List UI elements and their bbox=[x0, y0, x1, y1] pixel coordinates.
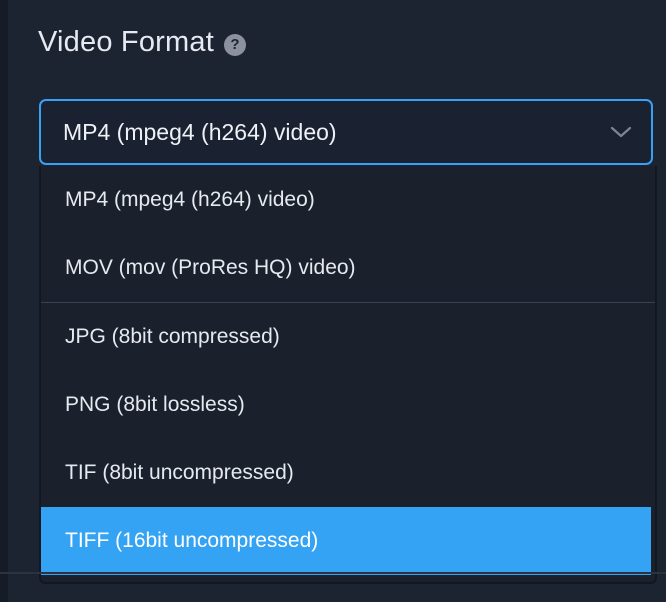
dropdown-group-image: JPG (8bit compressed) PNG (8bit lossless… bbox=[41, 303, 655, 575]
panel-divider-bottom bbox=[0, 572, 666, 574]
video-format-dropdown: MP4 (mpeg4 (h264) video) MOV (mov (ProRe… bbox=[39, 166, 657, 584]
video-format-select[interactable]: MP4 (mpeg4 (h264) video) bbox=[39, 99, 653, 165]
help-icon[interactable]: ? bbox=[223, 33, 246, 56]
panel-divider bbox=[0, 0, 8, 602]
dropdown-option-mp4[interactable]: MP4 (mpeg4 (h264) video) bbox=[41, 166, 655, 234]
settings-panel: Video Format ? MP4 (mpeg4 (h264) video) … bbox=[0, 0, 666, 602]
dropdown-option-png[interactable]: PNG (8bit lossless) bbox=[41, 371, 655, 439]
section-title: Video Format bbox=[38, 26, 214, 58]
section-heading: Video Format ? bbox=[38, 26, 246, 59]
select-value: MP4 (mpeg4 (h264) video) bbox=[63, 118, 337, 145]
dropdown-option-jpg[interactable]: JPG (8bit compressed) bbox=[41, 303, 655, 371]
dropdown-group-video: MP4 (mpeg4 (h264) video) MOV (mov (ProRe… bbox=[41, 166, 655, 302]
dropdown-option-tiff[interactable]: TIFF (16bit uncompressed) bbox=[41, 507, 651, 575]
chevron-down-icon bbox=[610, 126, 632, 138]
dropdown-option-mov[interactable]: MOV (mov (ProRes HQ) video) bbox=[41, 234, 655, 302]
dropdown-option-tif[interactable]: TIF (8bit uncompressed) bbox=[41, 439, 655, 507]
